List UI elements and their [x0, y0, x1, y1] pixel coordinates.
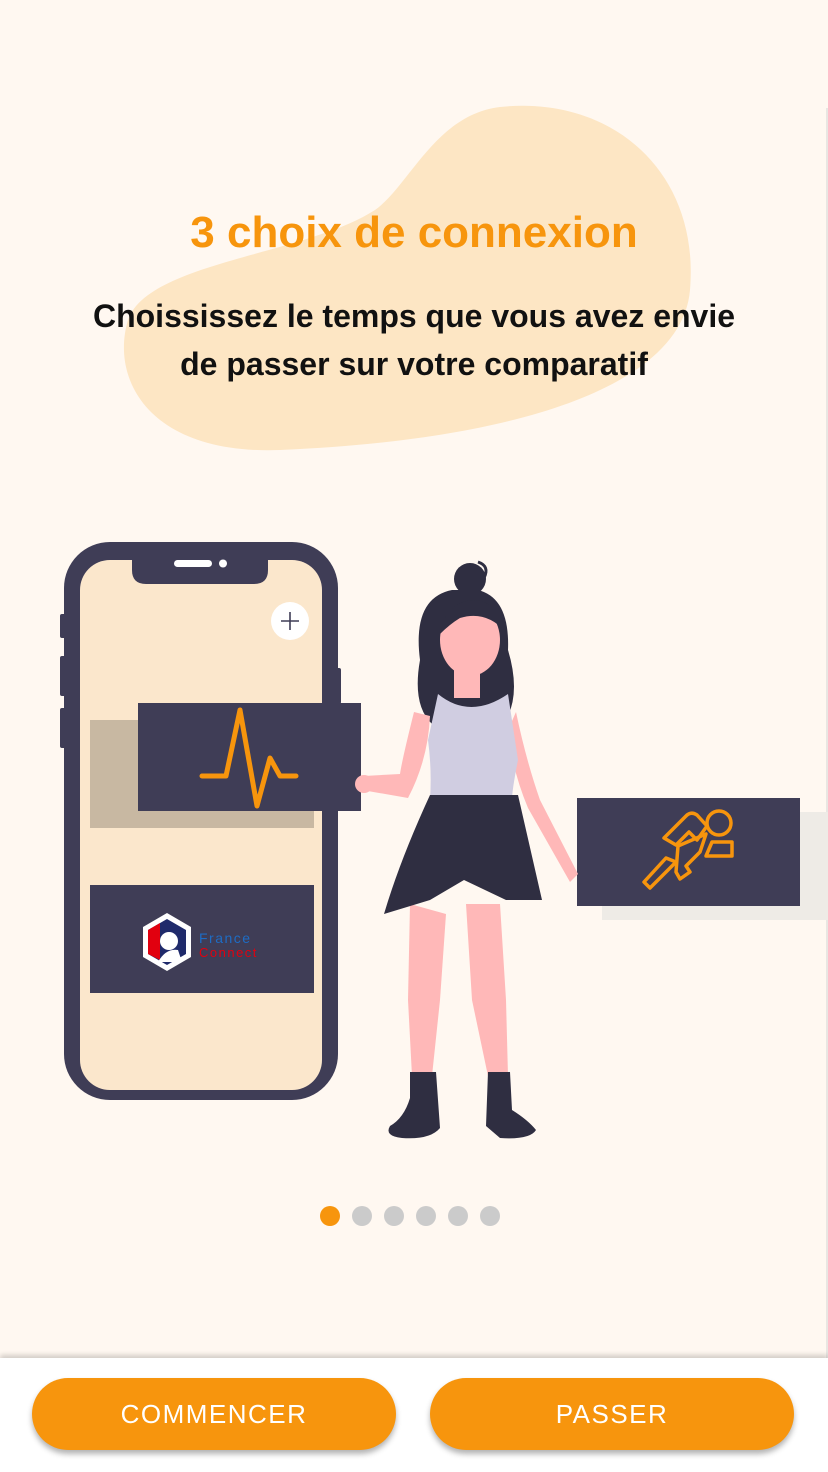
plus-icon[interactable] — [271, 602, 309, 640]
woman-figure — [355, 560, 578, 1139]
page-title: 3 choix de connexion — [190, 208, 638, 257]
heartbeat-card[interactable] — [138, 703, 361, 811]
france-connect-text-2: Connect — [199, 945, 258, 960]
france-connect-card[interactable]: France Connect — [90, 885, 314, 993]
subtitle-line-1: Choississez le temps que vous avez envie — [92, 298, 736, 334]
page-dot-5[interactable] — [448, 1206, 468, 1226]
page-dot-1[interactable] — [320, 1206, 340, 1226]
phone-camera — [219, 559, 227, 568]
page-dot-4[interactable] — [416, 1206, 436, 1226]
page-indicator — [320, 1206, 500, 1226]
page-dot-6[interactable] — [480, 1206, 500, 1226]
start-button[interactable]: COMMENCER — [32, 1378, 396, 1450]
subtitle-line-2: de passer sur votre comparatif — [180, 346, 648, 382]
onboarding-illustration: France Connect — [60, 542, 828, 1139]
phone-speaker — [174, 560, 212, 567]
page-dot-2[interactable] — [352, 1206, 372, 1226]
skip-button[interactable]: PASSER — [430, 1378, 794, 1450]
france-connect-text-1: France — [199, 930, 252, 946]
page-subtitle: Choississez le temps que vous avez envie… — [40, 292, 788, 388]
bottom-bar: COMMENCER PASSER — [0, 1358, 828, 1472]
runner-card[interactable] — [577, 798, 800, 906]
page-dot-3[interactable] — [384, 1206, 404, 1226]
